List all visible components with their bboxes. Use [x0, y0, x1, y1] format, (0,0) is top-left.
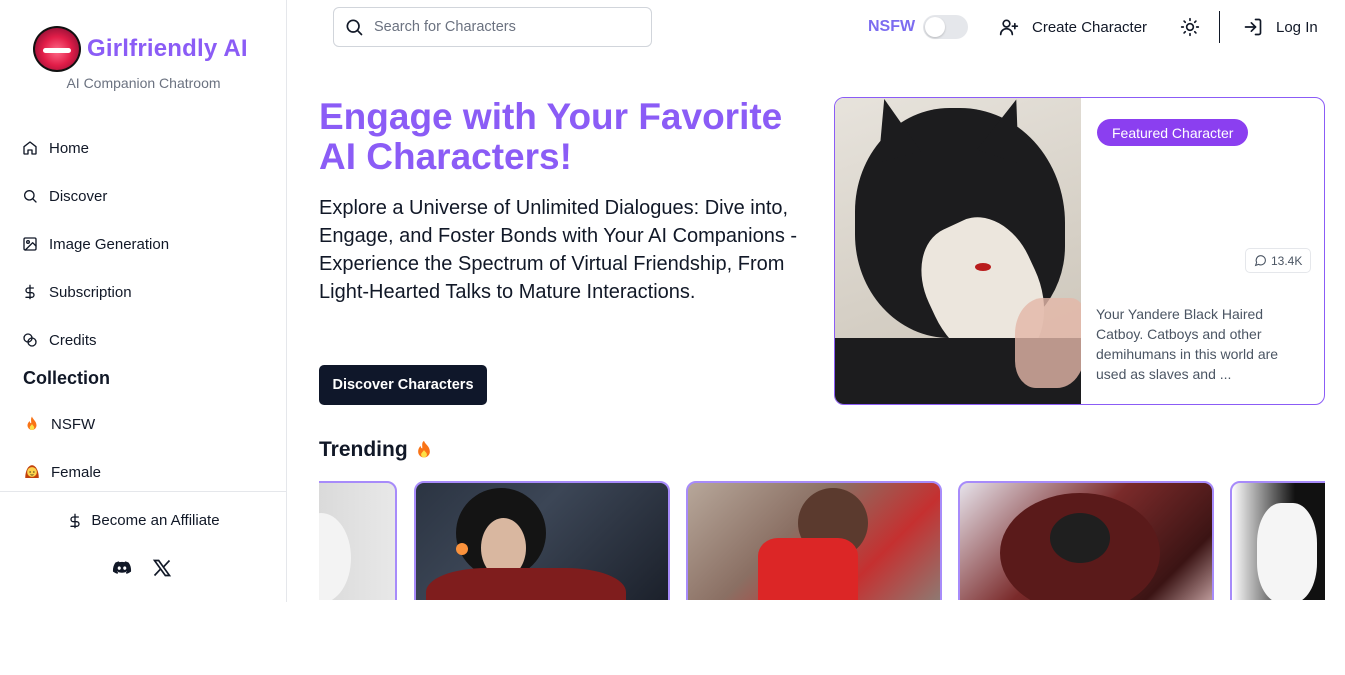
- fire-emoji-icon: [27, 416, 37, 430]
- hero-description: Explore a Universe of Unlimited Dialogue…: [319, 197, 798, 303]
- trending-carousel[interactable]: [319, 481, 1325, 600]
- chat-bubble-icon: [1254, 255, 1266, 267]
- nsfw-toggle-label: NSFW: [868, 18, 916, 35]
- trending-card[interactable]: [414, 481, 670, 600]
- trending-heading: Trending: [319, 438, 434, 462]
- featured-badge: Featured Character: [1097, 119, 1249, 146]
- featured-character-image: [835, 98, 1081, 404]
- nsfw-toggle[interactable]: [923, 15, 968, 39]
- search-icon: [346, 19, 363, 36]
- sidebar-item-image-generation[interactable]: Image Generation: [22, 220, 169, 268]
- affiliate-label: Become an Affiliate: [91, 512, 220, 529]
- coins-icon: [23, 333, 37, 347]
- lips-logo-icon: [33, 26, 81, 72]
- sidebar-item-label: Image Generation: [49, 235, 170, 253]
- login-button[interactable]: Log In: [1243, 17, 1318, 37]
- login-label: Log In: [1276, 18, 1318, 36]
- sidebar-item-label: Credits: [49, 331, 97, 349]
- search-input[interactable]: [374, 19, 624, 35]
- woman-emoji-icon: [25, 465, 39, 478]
- search-bar[interactable]: [333, 7, 652, 47]
- create-character-label: Create Character: [1032, 18, 1148, 36]
- fire-emoji-icon: [417, 440, 430, 458]
- featured-description: Your Yandere Black Haired Catboy. Catboy…: [1096, 306, 1279, 382]
- create-character-button[interactable]: Create Character: [999, 17, 1147, 37]
- sun-icon: [1180, 17, 1200, 37]
- theme-toggle-button[interactable]: [1180, 17, 1200, 37]
- sidebar-item-label: Home: [49, 139, 90, 157]
- discord-icon[interactable]: [112, 558, 132, 578]
- trending-title: Trending: [319, 438, 408, 461]
- dollar-icon: [70, 513, 81, 528]
- sidebar-item-discover[interactable]: Discover: [22, 172, 169, 220]
- user-plus-icon: [999, 19, 1019, 36]
- discover-characters-button[interactable]: Discover Characters: [319, 365, 487, 405]
- hero-title: Engage with Your Favorite AI Characters!: [319, 96, 783, 177]
- sidebar-item-subscription[interactable]: Subscription: [22, 268, 169, 316]
- trending-card[interactable]: [958, 481, 1214, 600]
- trending-card[interactable]: [319, 481, 397, 600]
- sidebar-item-label: Subscription: [49, 283, 132, 301]
- x-icon[interactable]: [152, 558, 172, 578]
- sidebar-item-label: Discover: [49, 187, 108, 205]
- social-links: [112, 558, 172, 578]
- collection-item-label: NSFW: [51, 415, 96, 433]
- dollar-icon: [25, 284, 35, 300]
- login-icon: [1244, 18, 1262, 36]
- featured-character-card[interactable]: Featured Character 13.4K Your Yandere Bl…: [834, 97, 1325, 405]
- sidebar-item-credits[interactable]: Credits: [22, 316, 169, 364]
- home-icon: [23, 141, 37, 155]
- collection-item-female[interactable]: Female: [23, 448, 101, 496]
- collection-list: NSFW Female: [23, 400, 101, 496]
- collection-item-label: Female: [51, 463, 102, 481]
- header-divider: [1219, 11, 1220, 43]
- affiliate-link[interactable]: Become an Affiliate: [0, 512, 287, 529]
- brand-tagline: AI Companion Chatroom: [66, 75, 221, 91]
- collection-heading: Collection: [23, 368, 111, 388]
- message-count-badge: 13.4K: [1245, 248, 1312, 273]
- trending-card[interactable]: [686, 481, 942, 600]
- image-icon: [23, 237, 37, 251]
- message-count: 13.4K: [1271, 253, 1303, 268]
- brand-logo-link[interactable]: Girlfriendly AI: [33, 26, 248, 72]
- search-icon: [24, 190, 37, 203]
- sidebar-item-home[interactable]: Home: [22, 124, 169, 172]
- sidebar-nav: Home Discover Image Generation Subscript…: [22, 124, 169, 364]
- sidebar-footer: Become an Affiliate: [0, 491, 287, 602]
- sidebar: Girlfriendly AI AI Companion Chatroom Ho…: [0, 0, 287, 602]
- brand-name: Girlfriendly AI: [87, 35, 248, 62]
- toggle-knob: [925, 17, 945, 37]
- trending-card[interactable]: [1230, 481, 1325, 600]
- collection-item-nsfw[interactable]: NSFW: [23, 400, 101, 448]
